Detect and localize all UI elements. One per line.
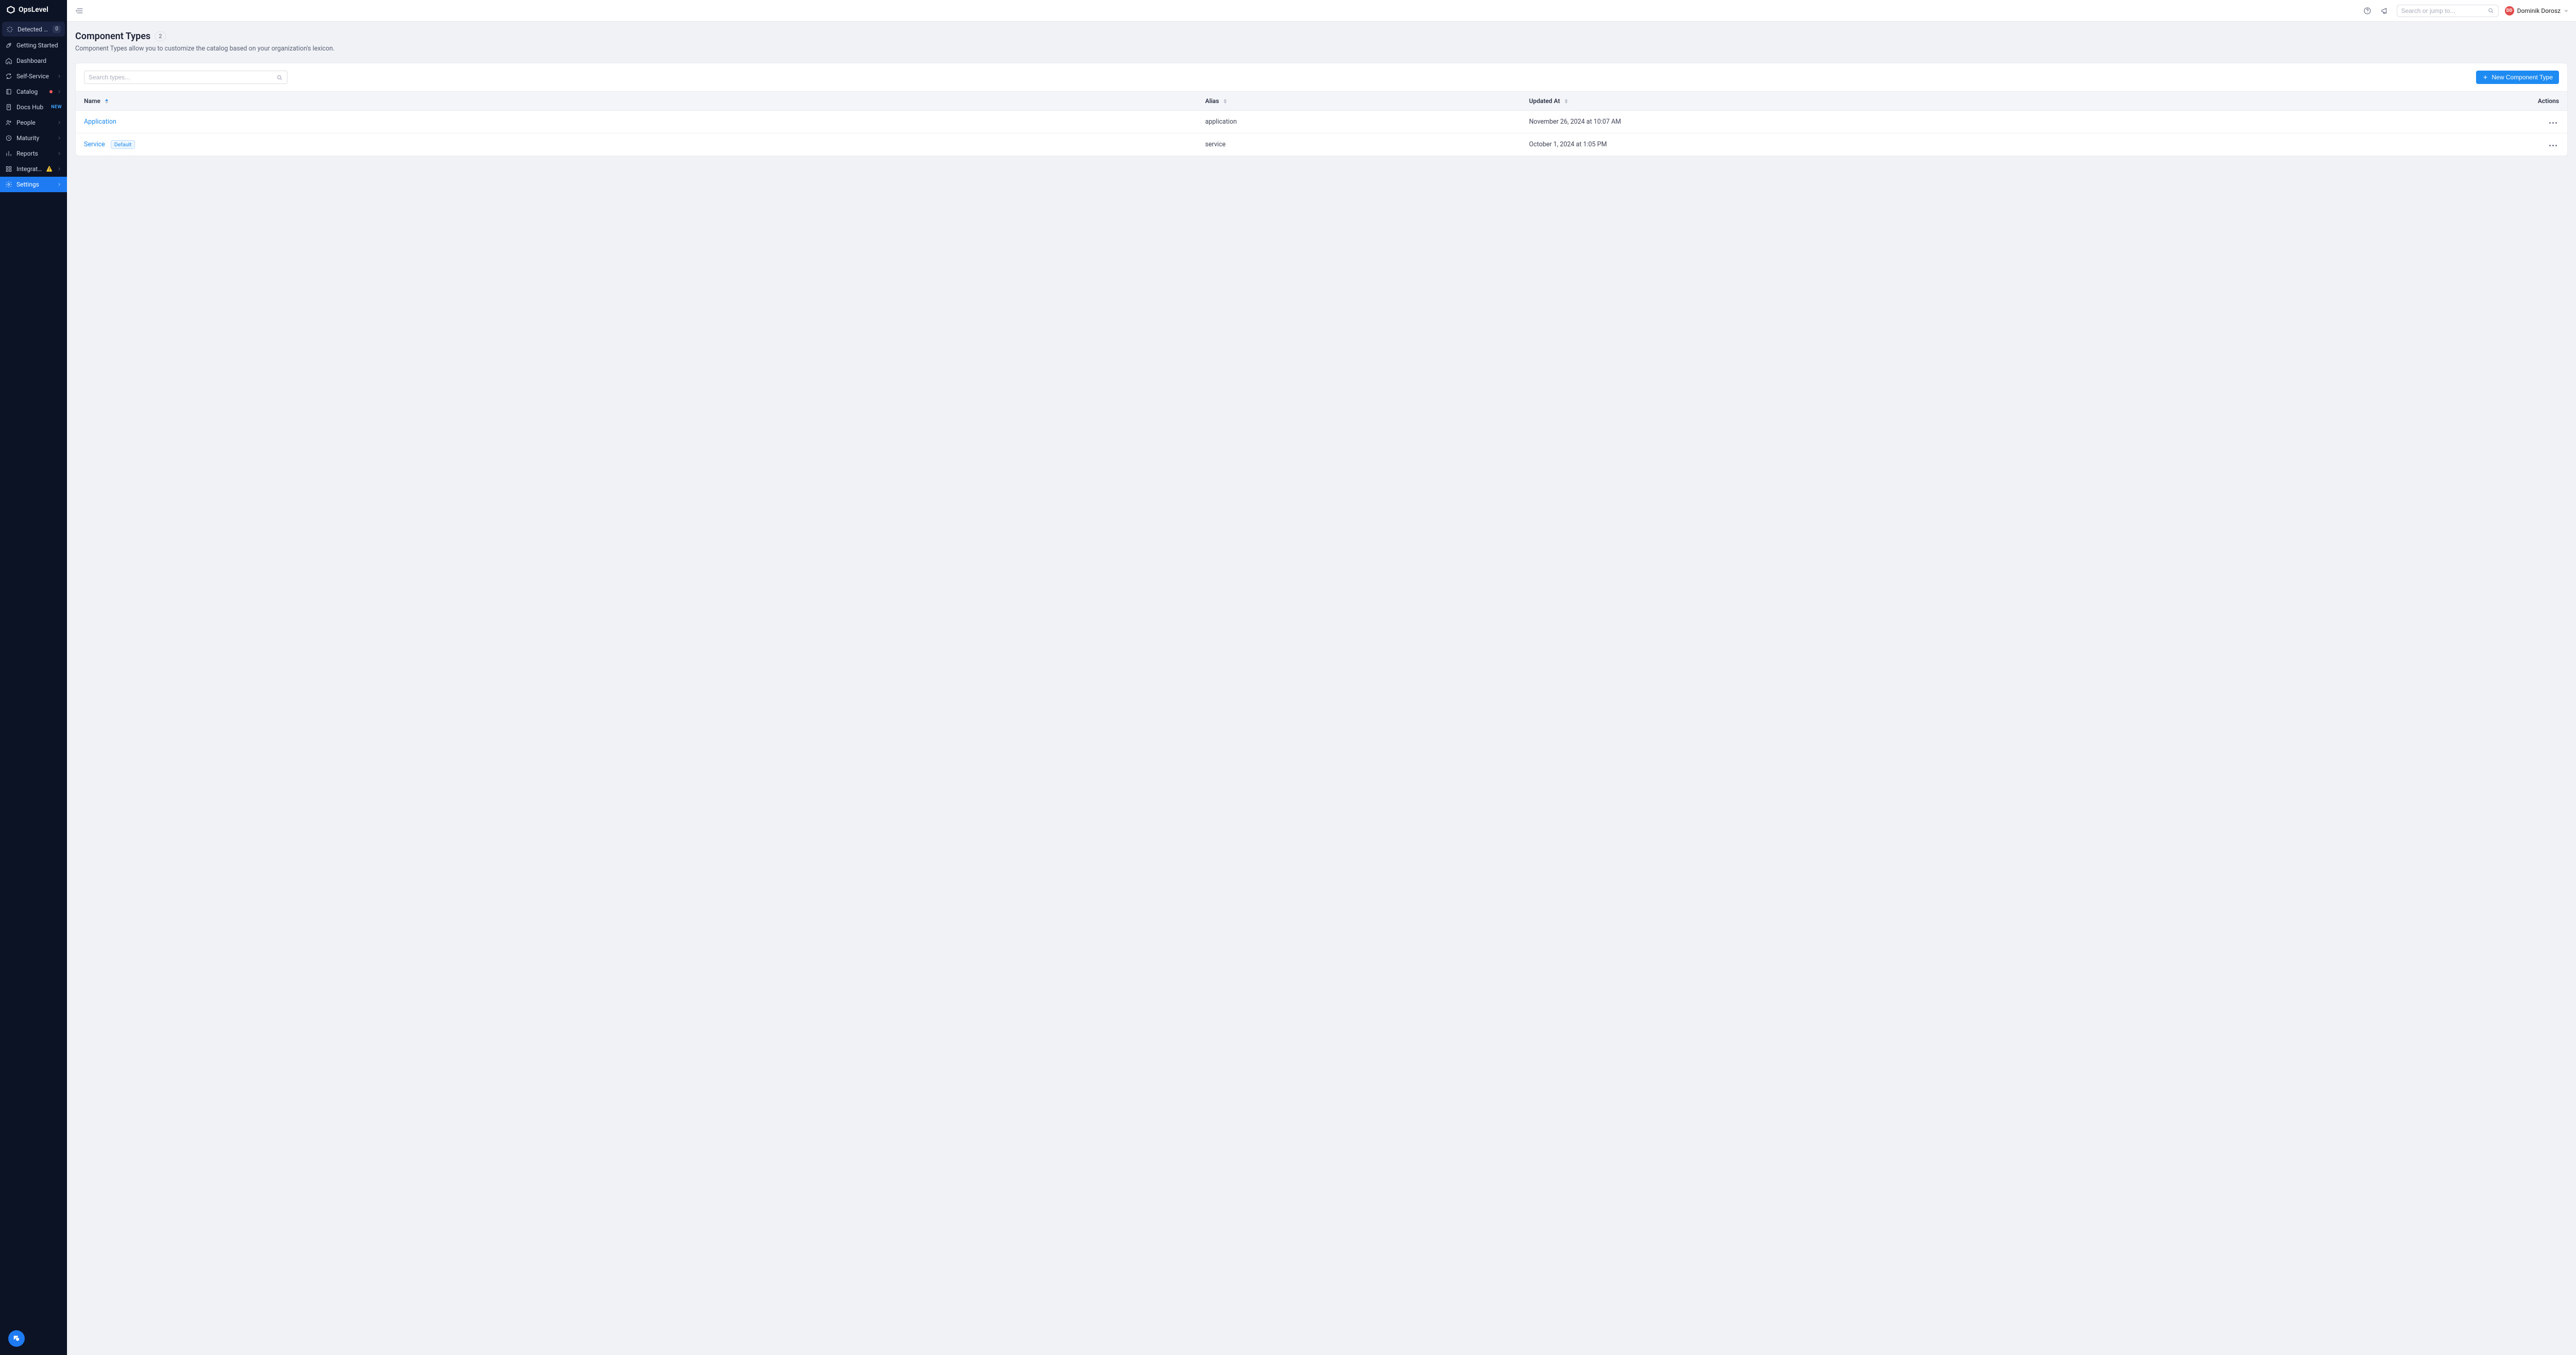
search-icon xyxy=(2487,7,2494,14)
row-actions-menu[interactable] xyxy=(2547,143,2559,148)
announcements-button[interactable] xyxy=(2379,5,2391,16)
page-header: Component Types 2 Component Types allow … xyxy=(67,22,2576,58)
chevron-right-icon xyxy=(57,136,62,141)
sidebar-item-dashboard[interactable]: Dashboard xyxy=(0,53,67,69)
sort-icon xyxy=(1224,99,1227,104)
clock-icon xyxy=(5,134,12,142)
book-icon xyxy=(5,88,12,95)
sidebar-item-settings[interactable]: Settings xyxy=(0,177,67,192)
user-menu[interactable]: DD Dominik Dorosz xyxy=(2505,6,2569,15)
chat-fab[interactable] xyxy=(8,1330,25,1347)
menu-collapse-icon xyxy=(76,7,84,15)
sidebar-item-people[interactable]: People xyxy=(0,115,67,130)
brand-logo-icon xyxy=(6,5,15,14)
new-badge: NEW xyxy=(51,105,62,110)
warning-icon: ⚠️ xyxy=(46,166,53,172)
help-icon xyxy=(2363,7,2371,15)
user-name: Dominik Dorosz xyxy=(2517,7,2561,14)
types-table: Name Alias Updated At Actions xyxy=(76,91,2567,156)
avatar: DD xyxy=(2505,6,2514,15)
sparkle-icon xyxy=(6,26,13,33)
chevron-right-icon xyxy=(57,166,62,172)
sidebar-item-catalog[interactable]: Catalog xyxy=(0,84,67,99)
sidebar-item-self-service[interactable]: Self-Service xyxy=(0,69,67,84)
chevron-right-icon xyxy=(57,120,62,125)
sidebar-item-docs-hub[interactable]: Docs Hub NEW xyxy=(0,99,67,115)
sidebar-item-integrations[interactable]: Integrations ⚠️ xyxy=(0,161,67,177)
sidebar: OpsLevel Detected Services 0 Getting Sta… xyxy=(0,0,67,1355)
default-tag: Default xyxy=(111,140,135,149)
sidebar-item-maturity[interactable]: Maturity xyxy=(0,130,67,146)
sidebar-item-count: 0 xyxy=(53,25,61,33)
col-header-name[interactable]: Name xyxy=(76,92,1197,111)
nav: Detected Services 0 Getting Started Dash… xyxy=(0,20,67,1330)
sidebar-item-detected-services[interactable]: Detected Services 0 xyxy=(2,22,65,37)
sidebar-item-label: Dashboard xyxy=(16,57,62,64)
topbar: DD Dominik Dorosz xyxy=(67,0,2576,22)
doc-icon xyxy=(5,104,12,111)
bar-chart-icon xyxy=(5,150,12,157)
table-row: Application application November 26, 202… xyxy=(76,111,2567,133)
content: New Component Type Name Alias xyxy=(67,58,2576,168)
types-search-input[interactable] xyxy=(89,74,276,81)
sidebar-item-label: Getting Started xyxy=(16,42,62,49)
button-label: New Component Type xyxy=(2492,74,2553,81)
sidebar-item-reports[interactable]: Reports xyxy=(0,146,67,161)
type-updated: October 1, 2024 at 1:05 PM xyxy=(1521,133,2318,156)
brand-name: OpsLevel xyxy=(19,6,48,14)
sidebar-item-label: Docs Hub xyxy=(16,104,47,111)
sidebar-item-label: Settings xyxy=(16,181,53,188)
main: DD Dominik Dorosz Component Types 2 Comp… xyxy=(67,0,2576,1355)
col-header-alias[interactable]: Alias xyxy=(1197,92,1521,111)
sidebar-toggle[interactable] xyxy=(74,5,86,16)
page-description: Component Types allow you to customize t… xyxy=(75,45,2568,53)
type-name-link[interactable]: Application xyxy=(84,118,116,126)
chevron-right-icon xyxy=(57,89,62,94)
chevron-down-icon xyxy=(2564,8,2569,13)
type-alias: application xyxy=(1197,111,1521,133)
brand[interactable]: OpsLevel xyxy=(0,0,67,20)
chat-icon xyxy=(12,1334,21,1343)
new-component-type-button[interactable]: New Component Type xyxy=(2476,71,2559,84)
people-icon xyxy=(5,119,12,126)
types-card: New Component Type Name Alias xyxy=(75,63,2568,156)
rocket-icon xyxy=(5,42,12,49)
help-button[interactable] xyxy=(2362,5,2373,16)
sidebar-item-label: Reports xyxy=(16,150,53,157)
types-search[interactable] xyxy=(84,71,287,84)
type-updated: November 26, 2024 at 10:07 AM xyxy=(1521,111,2318,133)
page-title: Component Types xyxy=(75,31,150,42)
home-icon xyxy=(5,57,12,64)
chevron-right-icon xyxy=(57,74,62,79)
sidebar-item-label: Integrations xyxy=(16,165,42,173)
col-header-actions: Actions xyxy=(2318,92,2567,111)
type-alias: service xyxy=(1197,133,1521,156)
sidebar-item-label: Catalog xyxy=(16,88,43,95)
sidebar-item-label: People xyxy=(16,119,53,126)
card-toolbar: New Component Type xyxy=(76,63,2567,91)
sort-icon xyxy=(1565,99,1568,104)
chevron-right-icon xyxy=(57,182,62,187)
alert-dot-icon xyxy=(49,90,53,93)
sidebar-item-getting-started[interactable]: Getting Started xyxy=(0,38,67,53)
global-search-input[interactable] xyxy=(2401,7,2487,14)
count-pill: 2 xyxy=(155,31,166,41)
search-icon xyxy=(276,74,283,81)
gear-icon xyxy=(5,181,12,188)
sidebar-item-label: Detected Services xyxy=(18,26,48,33)
table-row: Service Default service October 1, 2024 … xyxy=(76,133,2567,156)
global-search[interactable] xyxy=(2397,5,2499,17)
chevron-right-icon xyxy=(57,151,62,156)
sidebar-item-label: Maturity xyxy=(16,134,53,142)
row-actions-menu[interactable] xyxy=(2547,120,2559,126)
type-name-link[interactable]: Service xyxy=(84,141,105,148)
megaphone-icon xyxy=(2381,7,2389,15)
sidebar-item-label: Self-Service xyxy=(16,73,53,80)
sort-icon xyxy=(105,99,108,104)
refresh-icon xyxy=(5,73,12,80)
grid-icon xyxy=(5,165,12,173)
col-header-updated[interactable]: Updated At xyxy=(1521,92,2318,111)
plus-icon xyxy=(2482,74,2488,80)
